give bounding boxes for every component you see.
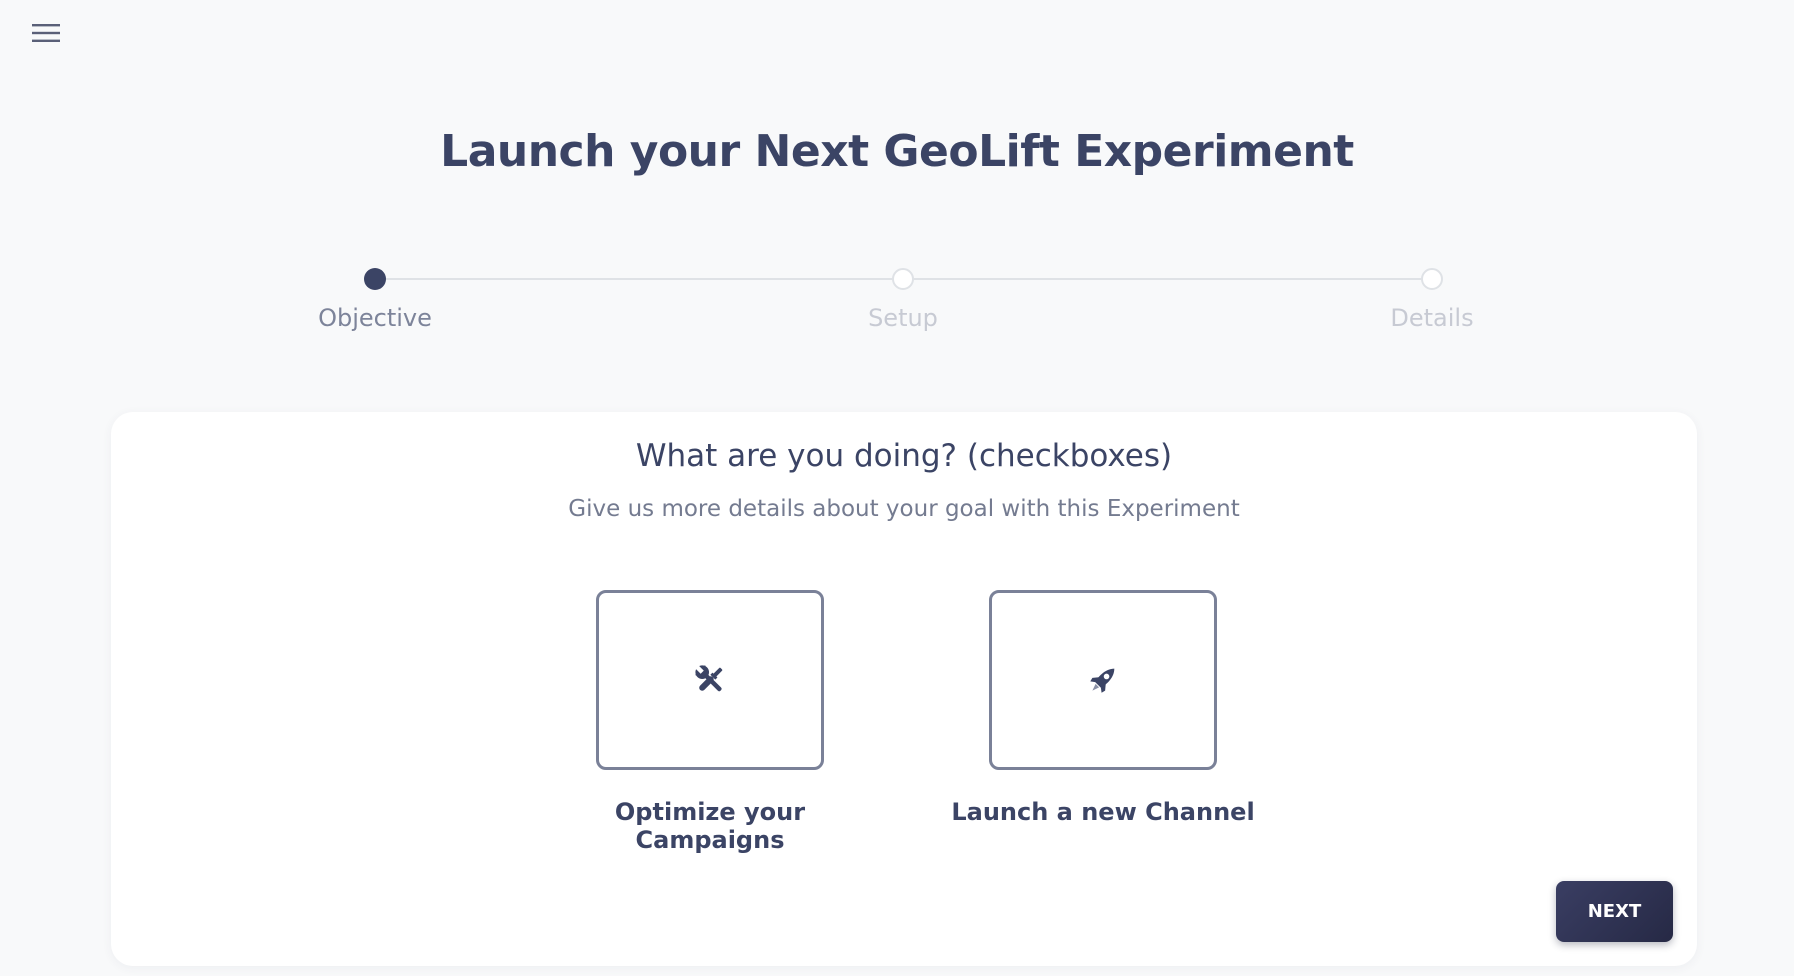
step-label-details[interactable]: Details [1332,304,1532,332]
step-label-objective[interactable]: Objective [275,304,475,332]
rocket-icon [1090,668,1115,693]
tools-icon [695,665,723,692]
step-dot-objective[interactable] [364,268,386,290]
next-button[interactable]: NEXT [1556,881,1673,942]
step-dot-details[interactable] [1421,268,1443,290]
card-subtitle: Give us more details about your goal wit… [568,496,1240,522]
card-title: What are you doing? (checkboxes) [635,438,1173,474]
hamburger-menu-icon [32,24,60,42]
stepper-track-2 [903,278,1431,280]
objective-card: What are you doing? (checkboxes) Give us… [111,412,1697,966]
option-label-launch-channel[interactable]: Launch a new Channel [933,798,1273,826]
menu-button[interactable] [26,18,66,48]
stepper: Objective Setup Details [0,260,1794,340]
option-label-optimize-campaigns[interactable]: Optimize your Campaigns [540,798,880,854]
step-dot-setup[interactable] [892,268,914,290]
stepper-track-1 [375,278,903,280]
step-label-setup[interactable]: Setup [803,304,1003,332]
option-launch-channel[interactable] [989,590,1217,770]
option-optimize-campaigns[interactable] [596,590,824,770]
page-title: Launch your Next GeoLift Experiment [440,126,1354,177]
